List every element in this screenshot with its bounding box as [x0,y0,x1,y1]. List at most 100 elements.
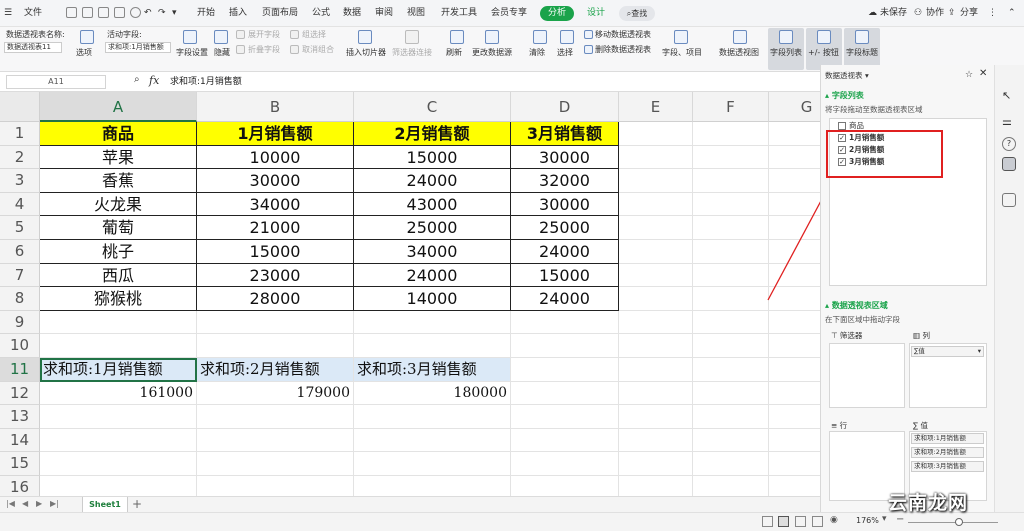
cell[interactable] [197,334,354,358]
cell[interactable] [40,428,197,453]
cell[interactable]: 3月销售额 [511,122,619,146]
more-options-icon[interactable]: ⋮ [988,6,997,20]
columns-value-chip[interactable]: ∑值 ▾ [911,346,984,357]
cell[interactable]: 23000 [197,263,354,288]
cell[interactable] [511,428,619,453]
cell[interactable] [619,192,693,217]
cell[interactable] [40,310,197,335]
change-source-button[interactable]: 更改数据源 [472,48,512,58]
delete-pivot-button[interactable]: 删除数据透视表 [595,45,651,55]
next-sheet-icon[interactable]: ▶ [36,499,42,508]
group-select-button[interactable]: 组选择 [302,30,326,40]
cell[interactable] [197,310,354,335]
column-header-e[interactable]: E [619,92,693,122]
zoom-slider-thumb[interactable] [955,518,963,526]
settings-sliders-icon[interactable]: ⚌ [1002,115,1016,129]
share-button[interactable]: 分享 [960,6,978,20]
cell[interactable] [693,169,769,193]
cell[interactable]: 24000 [511,287,619,311]
cell[interactable] [769,405,820,429]
cell[interactable] [693,358,769,382]
cell[interactable] [769,429,820,453]
cell[interactable]: 15000 [197,240,354,264]
last-sheet-icon[interactable]: ▶| [50,499,59,508]
export-icon[interactable] [98,7,109,18]
normal-view-icon[interactable] [762,516,773,527]
refresh-button[interactable]: 刷新 [446,48,462,58]
cell[interactable]: 34000 [197,192,354,217]
pivot-name-input[interactable]: 数据透视表11 [4,42,62,53]
cell[interactable]: 180000 [354,381,511,406]
cell[interactable]: 28000 [197,287,354,311]
cell[interactable] [693,310,769,335]
column-header-b[interactable]: B [197,92,354,122]
column-header-c[interactable]: C [354,92,511,122]
cell[interactable]: 香蕉 [40,169,197,193]
clear-button[interactable]: 清除 [529,48,545,58]
tab-insert[interactable]: 插入 [229,6,247,20]
cell[interactable] [197,476,354,496]
cell[interactable] [511,381,619,406]
cell[interactable]: 1月销售额 [197,122,354,146]
cell[interactable] [40,476,197,496]
cell[interactable] [354,310,511,335]
hide-button[interactable]: 隐藏 [214,48,230,58]
cell[interactable]: 161000 [40,381,197,406]
move-pivot-button[interactable]: 移动数据透视表 [595,30,651,40]
cell[interactable] [693,192,769,217]
cell[interactable] [693,263,769,288]
cell[interactable]: 24000 [354,263,511,288]
cell[interactable]: 179000 [197,381,354,406]
column-header-g[interactable]: G [769,92,820,122]
cell[interactable] [40,405,197,429]
file-menu[interactable]: 文件 [24,6,42,20]
cell[interactable]: 10000 [197,145,354,170]
value-chip-3[interactable]: 求和项:3月销售额 [911,461,984,472]
row-header[interactable]: 6 [0,240,40,264]
cell[interactable] [769,358,820,382]
filter-drop-zone[interactable] [829,343,905,408]
field-list-section-title[interactable]: ▴ 字段列表 [825,91,864,101]
redo-icon[interactable]: ↷ [158,6,166,20]
cell[interactable]: 24000 [511,240,619,264]
print-icon[interactable] [114,7,125,18]
row-header[interactable]: 15 [0,452,40,476]
cell[interactable] [693,240,769,264]
cell[interactable] [619,452,693,476]
cell[interactable] [619,381,693,406]
cell[interactable] [769,476,820,496]
cell[interactable] [197,405,354,429]
insert-slicer-button[interactable]: 插入切片器 [346,48,386,58]
cell[interactable] [693,428,769,453]
cell[interactable]: 求和项:3月销售额 [354,358,511,382]
cell[interactable] [40,452,197,476]
tab-member[interactable]: 会员专享 [491,6,527,20]
ungroup-button[interactable]: 取消组合 [302,45,334,55]
cell[interactable]: 2月销售额 [354,122,511,146]
cell[interactable] [693,405,769,429]
cell[interactable]: 34000 [354,240,511,264]
cell[interactable] [619,240,693,264]
cell[interactable]: 15000 [511,263,619,288]
add-sheet-button[interactable]: + [132,497,142,511]
tab-design[interactable]: 设计 [587,6,605,20]
cell[interactable] [693,476,769,496]
cell[interactable] [619,216,693,240]
cell[interactable]: 商品 [40,122,197,146]
undo-icon[interactable]: ↶ [144,6,152,20]
new-doc-icon[interactable] [66,7,77,18]
tab-review[interactable]: 审阅 [375,6,393,20]
cell[interactable] [619,263,693,288]
column-header-a[interactable]: A [40,92,197,122]
backup-icon[interactable] [1002,193,1016,207]
hamburger-icon[interactable]: ☰ [4,6,12,20]
value-chip-2[interactable]: 求和项:2月销售额 [911,447,984,458]
select-all-corner[interactable] [0,92,40,122]
cell[interactable] [197,428,354,453]
cell[interactable]: 32000 [511,169,619,193]
row-header[interactable]: 10 [0,334,40,358]
tab-home[interactable]: 开始 [197,6,215,20]
row-header[interactable]: 3 [0,169,40,193]
zoom-search-icon[interactable]: ⌕ [134,74,140,85]
cell[interactable] [769,122,820,146]
